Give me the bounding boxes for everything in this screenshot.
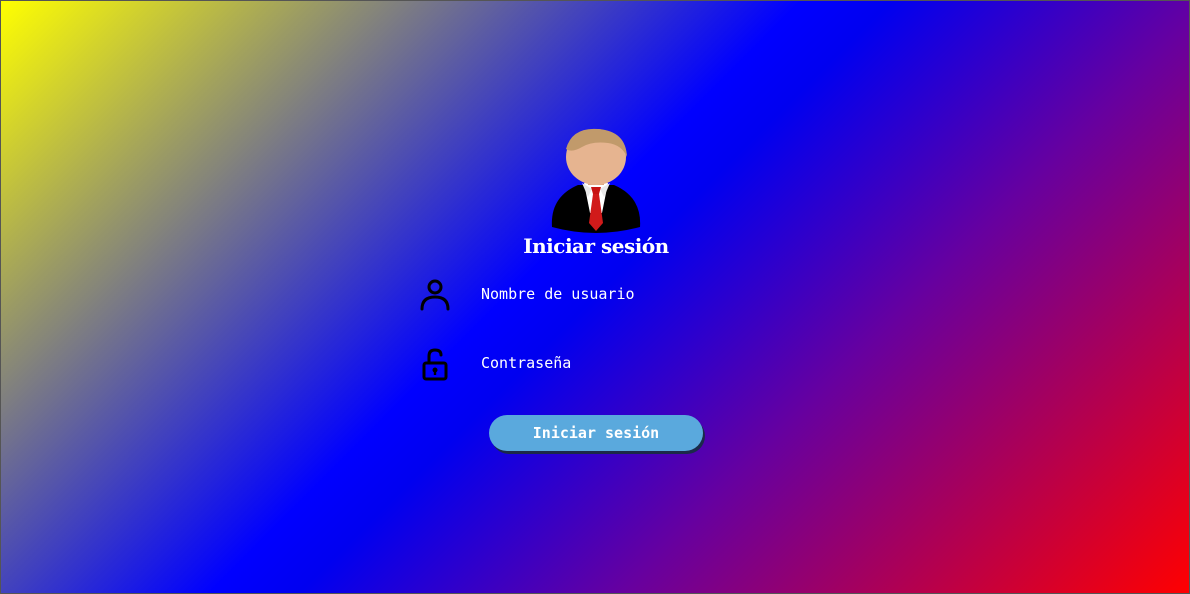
page-title: Iniciar sesión xyxy=(523,234,669,258)
password-input[interactable] xyxy=(475,350,777,376)
username-input[interactable] xyxy=(475,281,777,307)
login-page: Iniciar sesión Iniciar sesión xyxy=(0,0,1190,594)
login-button[interactable]: Iniciar sesión xyxy=(489,415,703,451)
username-field xyxy=(417,277,777,313)
user-avatar-icon xyxy=(551,128,641,233)
unlock-icon xyxy=(422,348,448,381)
password-field xyxy=(417,346,777,382)
user-icon xyxy=(420,279,450,311)
